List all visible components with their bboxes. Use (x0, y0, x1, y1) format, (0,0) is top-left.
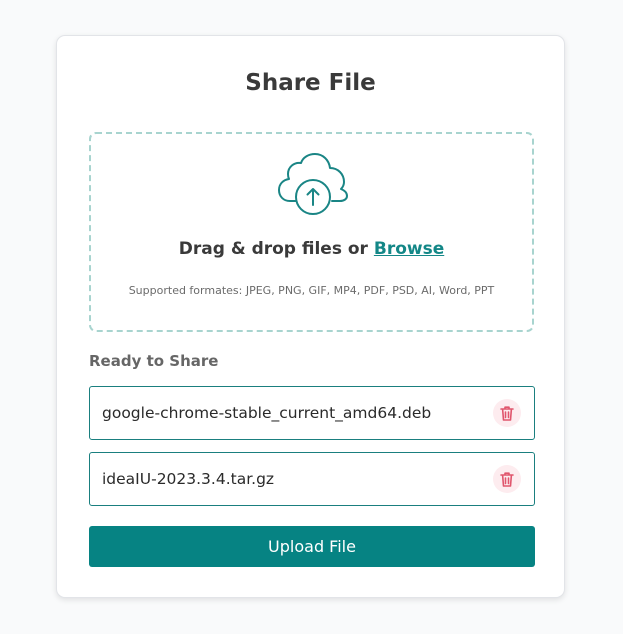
drag-drop-label: Drag & drop files or (178, 239, 374, 259)
trash-icon (500, 405, 514, 421)
delete-file-button[interactable] (493, 465, 521, 493)
file-list-item: ideaIU-2023.3.4.tar.gz (89, 452, 535, 506)
supported-formats-text: Supported formates: JPEG, PNG, GIF, MP4,… (128, 284, 495, 297)
share-file-card: Share File Drag & drop files or Browse S… (56, 35, 565, 598)
file-name: ideaIU-2023.3.4.tar.gz (102, 470, 275, 488)
file-name: google-chrome-stable_current_amd64.deb (102, 404, 432, 422)
file-dropzone[interactable]: Drag & drop files or Browse Supported fo… (89, 132, 534, 332)
delete-file-button[interactable] (493, 399, 521, 427)
trash-icon (500, 471, 514, 487)
drag-drop-text: Drag & drop files or Browse (91, 238, 532, 260)
browse-link[interactable]: Browse (374, 239, 444, 259)
cloud-upload-icon (278, 153, 348, 215)
file-list-item: google-chrome-stable_current_amd64.deb (89, 386, 535, 440)
page-title: Share File (245, 70, 376, 96)
upload-file-button[interactable]: Upload File (89, 526, 535, 567)
ready-to-share-label: Ready to Share (89, 352, 219, 370)
